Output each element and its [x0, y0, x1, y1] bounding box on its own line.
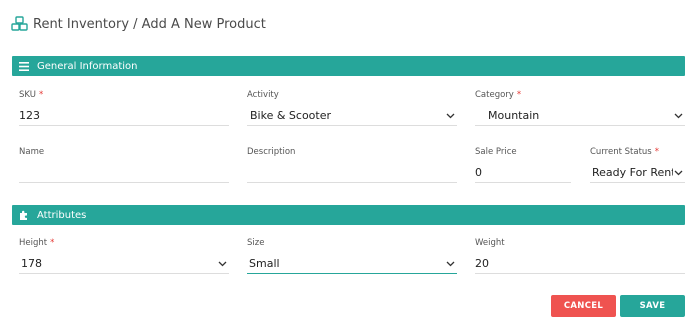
section-label: General Information: [37, 60, 138, 72]
chevron-down-icon: [217, 259, 227, 269]
required-marker: *: [50, 238, 55, 248]
activity-select[interactable]: Bike & Scooter: [247, 106, 457, 126]
cancel-button[interactable]: CANCEL: [551, 295, 616, 317]
description-field: Description: [247, 147, 457, 183]
sku-input[interactable]: 123: [19, 106, 229, 126]
category-select[interactable]: Mountain: [475, 106, 685, 126]
activity-field: Activity Bike & Scooter: [247, 90, 457, 126]
chevron-down-icon: [445, 111, 455, 121]
chevron-down-icon: [445, 259, 455, 269]
description-input[interactable]: [247, 163, 457, 183]
section-general-information: General Information: [12, 56, 685, 76]
required-marker: *: [516, 90, 522, 100]
size-field: Size Small: [247, 238, 457, 274]
height-label: Height *: [19, 238, 55, 248]
chevron-down-icon: [673, 168, 683, 178]
name-field: Name: [19, 147, 229, 183]
category-field: Category * Mountain: [475, 90, 685, 126]
height-field: Height * 178: [19, 238, 229, 274]
weight-input[interactable]: 20: [475, 254, 685, 274]
section-attributes: Attributes: [12, 205, 685, 225]
weight-field: Weight 20: [475, 238, 685, 274]
size-select[interactable]: Small: [247, 254, 457, 274]
activity-label: Activity: [247, 90, 279, 100]
page-title: Rent Inventory / Add A New Product: [33, 16, 266, 32]
boxes-icon: [11, 16, 29, 32]
current-status-field: Current Status * Ready For Rent: [590, 147, 685, 183]
required-marker: *: [654, 147, 659, 157]
chevron-down-icon: [673, 111, 683, 121]
save-button[interactable]: SAVE: [620, 295, 685, 317]
page-header: Rent Inventory / Add A New Product: [11, 14, 266, 34]
category-label: Category *: [475, 90, 522, 100]
sale-price-label: Sale Price: [475, 147, 517, 157]
current-status-select[interactable]: Ready For Rent: [590, 163, 685, 183]
puzzle-icon: [19, 210, 29, 220]
height-select[interactable]: 178: [19, 254, 229, 274]
weight-label: Weight: [475, 238, 505, 248]
description-label: Description: [247, 147, 296, 157]
name-label: Name: [19, 147, 45, 157]
size-label: Size: [247, 238, 265, 248]
section-label: Attributes: [37, 209, 87, 221]
sale-price-field: Sale Price 0: [475, 147, 571, 183]
required-marker: *: [38, 90, 44, 100]
sku-field: SKU * 123: [19, 90, 229, 126]
sale-price-input[interactable]: 0: [475, 163, 571, 183]
current-status-label: Current Status *: [590, 147, 659, 157]
menu-icon: [19, 61, 29, 71]
name-input[interactable]: [19, 163, 229, 183]
sku-label: SKU *: [19, 90, 44, 100]
